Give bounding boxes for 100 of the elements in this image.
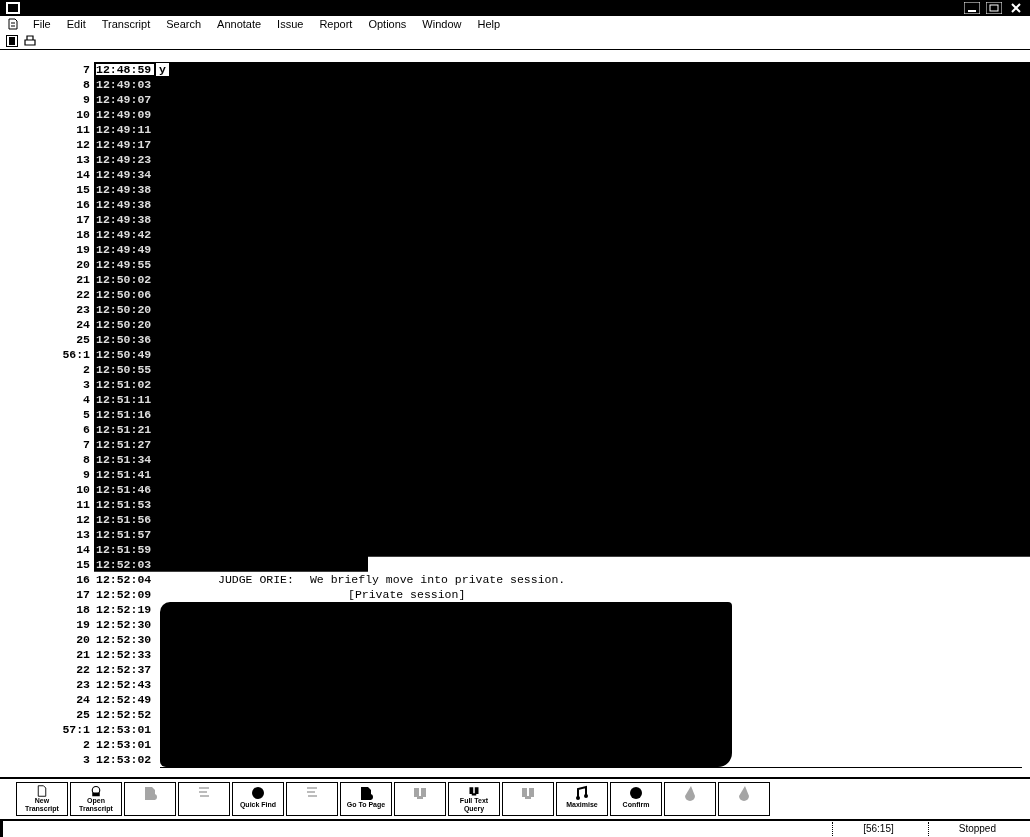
menu-item[interactable]: Options bbox=[367, 18, 408, 31]
timestamp: 12:51:16 bbox=[95, 406, 153, 422]
timestamp: 12:52:43 bbox=[95, 676, 153, 692]
book-icon[interactable] bbox=[6, 34, 18, 47]
menu-item[interactable]: Help bbox=[476, 18, 502, 31]
line-number: 20 bbox=[75, 631, 91, 647]
menu-item[interactable]: File bbox=[32, 18, 52, 31]
line-number: 10 bbox=[75, 481, 91, 497]
line-text: [Private session] bbox=[348, 587, 466, 601]
timestamp: 12:51:34 bbox=[95, 451, 153, 467]
line-number: 22 bbox=[75, 661, 91, 677]
toolbar-icon bbox=[628, 784, 644, 801]
timestamp: 12:51:27 bbox=[95, 436, 153, 452]
timestamp: 12:49:38 bbox=[95, 181, 153, 197]
line-number: 2 bbox=[82, 361, 91, 377]
line-text: y bbox=[156, 62, 169, 76]
line-number: 3 bbox=[82, 751, 91, 767]
line-number: 7 bbox=[82, 61, 91, 77]
timestamp: 12:50:20 bbox=[95, 316, 153, 332]
menu-item[interactable]: Report bbox=[318, 18, 354, 31]
line-number: 8 bbox=[82, 451, 91, 467]
line-number: 24 bbox=[75, 691, 91, 707]
line-number: 23 bbox=[75, 676, 91, 692]
line-number: 16 bbox=[75, 196, 91, 212]
line-number: 18 bbox=[75, 226, 91, 242]
status-text: Stopped bbox=[927, 821, 1030, 836]
page-indicator: [56:15] bbox=[832, 821, 928, 836]
menu-item[interactable]: Transcript bbox=[100, 18, 152, 31]
menu-item[interactable]: Search bbox=[165, 18, 203, 31]
timestamp: 12:51:57 bbox=[95, 526, 153, 542]
menu-item[interactable]: Issue bbox=[276, 18, 305, 31]
timestamp: 12:53:01 bbox=[95, 736, 153, 752]
line-number: 8 bbox=[82, 76, 91, 92]
toolbar-icon bbox=[682, 784, 698, 801]
menu-item[interactable]: Edit bbox=[65, 18, 87, 31]
minimize-icon[interactable] bbox=[964, 2, 980, 15]
timestamp: 12:51:56 bbox=[95, 511, 153, 527]
toolbar-icon bbox=[358, 784, 374, 801]
line-number: 16 bbox=[75, 572, 91, 586]
line-number: 12 bbox=[75, 136, 91, 152]
timestamp: 12:52:49 bbox=[95, 691, 153, 707]
timestamp: 12:51:59 bbox=[95, 541, 153, 557]
line-number: 17 bbox=[75, 211, 91, 227]
line-number: 14 bbox=[75, 541, 91, 557]
timestamp: 12:50:06 bbox=[95, 286, 153, 302]
line-number: 6 bbox=[82, 421, 91, 437]
line-number: 12 bbox=[75, 511, 91, 527]
line-number: 57:1 bbox=[61, 721, 91, 737]
line-number: 24 bbox=[75, 316, 91, 332]
line-number: 19 bbox=[75, 241, 91, 257]
timestamp: 12:52:33 bbox=[95, 646, 153, 662]
toolbar-icon bbox=[142, 784, 158, 801]
line-number: 13 bbox=[75, 526, 91, 542]
timestamp: 12:50:20 bbox=[95, 301, 153, 317]
timestamp: 12:49:42 bbox=[95, 226, 153, 242]
timestamp: 12:52:52 bbox=[95, 706, 153, 722]
timestamp: 12:51:46 bbox=[95, 481, 153, 497]
timestamp: 12:49:38 bbox=[95, 211, 153, 227]
line-number: 23 bbox=[75, 301, 91, 317]
timestamp: 12:48:59 bbox=[94, 61, 156, 77]
timestamp: 12:53:02 bbox=[95, 751, 153, 767]
line-number: 14 bbox=[75, 166, 91, 182]
line-number: 11 bbox=[75, 121, 91, 137]
timestamp: 12:50:55 bbox=[95, 361, 153, 377]
line-number: 15 bbox=[75, 556, 91, 572]
line-number: 21 bbox=[75, 646, 91, 662]
timestamp: 12:51:53 bbox=[95, 496, 153, 512]
timestamp: 12:49:49 bbox=[95, 241, 153, 257]
printer-icon[interactable] bbox=[24, 34, 36, 47]
timestamp: 12:51:11 bbox=[95, 391, 153, 407]
timestamp: 12:49:07 bbox=[95, 91, 153, 107]
timestamp: 12:49:11 bbox=[95, 121, 153, 137]
timestamp: 12:52:19 bbox=[95, 601, 153, 617]
timestamp: 12:52:09 bbox=[95, 586, 153, 602]
timestamp: 12:52:04 bbox=[95, 571, 153, 587]
line-number: 56:1 bbox=[61, 346, 91, 362]
menu-item[interactable]: Window bbox=[421, 18, 463, 31]
timestamp: 12:49:09 bbox=[95, 106, 153, 122]
line-number: 2 bbox=[82, 736, 91, 752]
line-number: 22 bbox=[75, 286, 91, 302]
timestamp: 12:50:02 bbox=[95, 271, 153, 287]
toolbar-icon bbox=[736, 784, 752, 801]
timestamp: 12:51:21 bbox=[95, 421, 153, 437]
line-number: 5 bbox=[82, 406, 91, 422]
line-number: 17 bbox=[75, 587, 91, 601]
timestamp: 12:49:23 bbox=[95, 151, 153, 167]
line-number: 20 bbox=[75, 256, 91, 272]
line-number: 13 bbox=[75, 151, 91, 167]
timestamp: 12:50:49 bbox=[95, 346, 153, 362]
close-icon[interactable] bbox=[1008, 2, 1024, 15]
maximize-icon[interactable] bbox=[986, 2, 1002, 15]
line-number: 15 bbox=[75, 181, 91, 197]
menu-item[interactable]: Annotate bbox=[216, 18, 263, 31]
line-number: 25 bbox=[75, 706, 91, 722]
timestamp: 12:53:01 bbox=[95, 721, 153, 737]
timestamp: 12:52:37 bbox=[95, 661, 153, 677]
toolbar-icon bbox=[250, 784, 266, 801]
speaker-name: JUDGE ORIE: bbox=[218, 572, 294, 586]
document-icon bbox=[8, 18, 18, 31]
timestamp: 12:51:41 bbox=[95, 466, 153, 482]
